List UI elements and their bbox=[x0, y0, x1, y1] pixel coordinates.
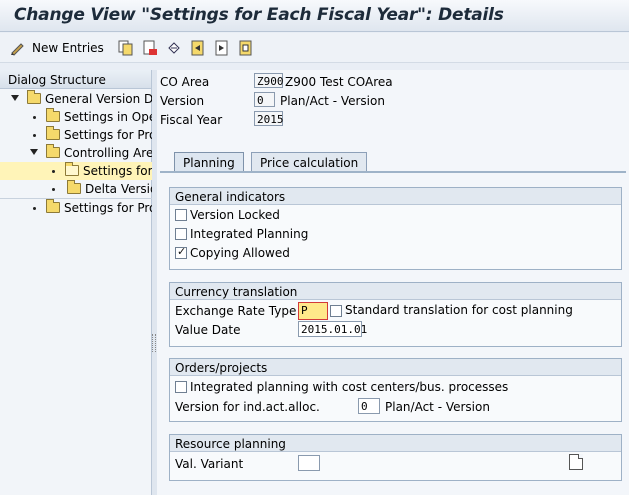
value-date-field[interactable]: 2015.01.01 bbox=[298, 321, 367, 337]
planning-tab-panel: General indicators Version Locked Integr… bbox=[160, 171, 626, 495]
resource-planning-group: Resource planning Val. Variant bbox=[169, 434, 622, 481]
version-ind-act-alloc-description: Plan/Act - Version bbox=[385, 400, 490, 414]
splitter-grip[interactable] bbox=[152, 334, 156, 352]
window-title: Change View "Settings for Each Fiscal Ye… bbox=[14, 5, 504, 25]
folder-icon bbox=[46, 126, 60, 140]
delete-button[interactable] bbox=[142, 39, 158, 57]
version-ind-act-alloc-field[interactable]: 0 bbox=[358, 398, 380, 414]
bullet-icon bbox=[33, 134, 36, 137]
tree-item-settings-fiscal-year[interactable]: Settings for bbox=[0, 162, 152, 180]
details-area: CO Area Z900 Z900 Test COArea Version 0 … bbox=[157, 70, 629, 495]
next-entry-button[interactable] bbox=[214, 39, 230, 57]
application-toolbar: New Entries bbox=[0, 33, 629, 63]
copy-icon bbox=[118, 40, 134, 56]
delete-icon bbox=[142, 40, 158, 56]
val-variant-field[interactable] bbox=[298, 455, 320, 471]
folder-icon bbox=[67, 180, 81, 194]
version-locked-checkbox[interactable] bbox=[175, 209, 187, 221]
co-area-description: Z900 Test COArea bbox=[285, 75, 393, 89]
version-ind-act-alloc-label: Version for ind.act.alloc. bbox=[175, 400, 320, 414]
tab-planning[interactable]: Planning bbox=[174, 152, 244, 172]
previous-entry-icon bbox=[190, 40, 206, 56]
dialog-structure-panel: Dialog Structure General Version Def Set… bbox=[0, 70, 152, 495]
exchange-rate-type-value: P bbox=[301, 304, 308, 317]
version-field[interactable]: 0 bbox=[254, 92, 275, 107]
title-bar: Change View "Settings for Each Fiscal Ye… bbox=[0, 0, 629, 32]
integrated-planning-checkbox[interactable] bbox=[175, 228, 187, 240]
orders-projects-title: Orders/projects bbox=[170, 359, 621, 376]
undo-icon bbox=[166, 40, 182, 56]
general-indicators-title: General indicators bbox=[170, 188, 621, 205]
tree-item-general-version[interactable]: General Version Def bbox=[0, 90, 152, 108]
fiscal-year-field[interactable]: 2015 bbox=[254, 111, 284, 126]
pencil-icon bbox=[10, 40, 26, 56]
new-entries-label: New Entries bbox=[32, 41, 104, 55]
dialog-structure-header: Dialog Structure bbox=[0, 70, 151, 89]
folder-icon bbox=[46, 199, 60, 213]
currency-translation-group: Currency translation Exchange Rate Type … bbox=[169, 282, 622, 347]
bullet-icon bbox=[33, 207, 36, 210]
standard-translation-checkbox[interactable] bbox=[330, 305, 342, 317]
tree-item-label: General Version Def bbox=[45, 92, 152, 106]
tree-item-label: Settings for bbox=[83, 164, 152, 178]
copying-allowed-label: Copying Allowed bbox=[190, 246, 290, 260]
next-entry-icon bbox=[214, 40, 230, 56]
general-indicators-group: General indicators Version Locked Integr… bbox=[169, 187, 622, 270]
version-label: Version bbox=[160, 94, 205, 108]
fiscal-year-label: Fiscal Year bbox=[160, 113, 223, 127]
previous-entry-button[interactable] bbox=[190, 39, 206, 57]
tree-item-delta-version[interactable]: Delta Version bbox=[0, 180, 152, 198]
co-area-label: CO Area bbox=[160, 75, 210, 89]
new-entries-button[interactable]: New Entries bbox=[10, 39, 104, 57]
bullet-icon bbox=[33, 116, 36, 119]
copy-as-button[interactable] bbox=[118, 39, 134, 57]
value-date-label: Value Date bbox=[175, 323, 241, 337]
expand-triangle-icon[interactable] bbox=[11, 95, 19, 101]
resource-planning-title: Resource planning bbox=[170, 435, 621, 452]
tree-item-controlling-area[interactable]: Controlling Area bbox=[0, 144, 152, 162]
orders-projects-group: Orders/projects Integrated planning with… bbox=[169, 358, 622, 422]
tree-item-label: Settings for Pro bbox=[64, 128, 152, 142]
folder-icon bbox=[46, 108, 60, 122]
exchange-rate-type-label: Exchange Rate Type bbox=[175, 304, 297, 318]
folder-icon bbox=[46, 144, 60, 158]
expand-triangle-icon[interactable] bbox=[30, 149, 38, 155]
currency-translation-title: Currency translation bbox=[170, 283, 621, 300]
val-variant-label: Val. Variant bbox=[175, 457, 244, 471]
bullet-icon bbox=[52, 170, 55, 173]
select-block-icon bbox=[238, 40, 254, 56]
standard-translation-label: Standard translation for cost planning bbox=[344, 303, 573, 317]
co-area-field[interactable]: Z900 bbox=[254, 73, 284, 88]
bullet-icon bbox=[52, 188, 55, 191]
select-block-button[interactable] bbox=[238, 39, 254, 57]
copying-allowed-checkbox[interactable] bbox=[175, 245, 187, 259]
tree-item-label: Settings in Oper bbox=[64, 110, 152, 124]
folder-icon bbox=[27, 90, 41, 104]
tree-item-settings-profitability[interactable]: Settings for Pro bbox=[0, 126, 152, 144]
version-locked-label: Version Locked bbox=[190, 208, 280, 222]
exchange-rate-type-field[interactable]: P bbox=[298, 302, 328, 320]
open-folder-icon bbox=[65, 162, 79, 176]
tree-item-label: Controlling Area bbox=[64, 146, 152, 160]
tree-item-settings-operation[interactable]: Settings in Oper bbox=[0, 108, 152, 126]
tree-item-label: Settings for Pro bbox=[64, 201, 152, 215]
integrated-planning-label: Integrated Planning bbox=[190, 227, 309, 241]
integrated-planning-cc-label: Integrated planning with cost centers/bu… bbox=[190, 380, 509, 394]
undo-change-button[interactable] bbox=[166, 39, 182, 57]
tab-price-calculation[interactable]: Price calculation bbox=[251, 152, 368, 172]
version-description: Plan/Act - Version bbox=[280, 94, 385, 108]
create-document-icon[interactable] bbox=[569, 454, 583, 470]
tree-item-label: Delta Version bbox=[85, 182, 152, 196]
tree-item-settings-profit-center[interactable]: Settings for Pro bbox=[0, 198, 152, 216]
integrated-planning-cc-checkbox[interactable] bbox=[175, 381, 187, 393]
